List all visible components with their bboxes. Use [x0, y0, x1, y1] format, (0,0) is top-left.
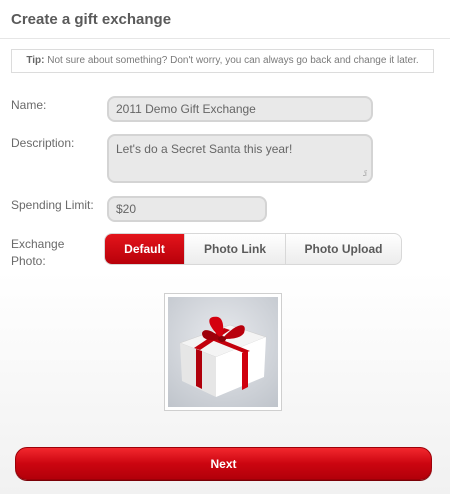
photo-option-photo-upload[interactable]: Photo Upload: [285, 234, 401, 264]
gift-box-image: [168, 297, 278, 407]
photo-option-photo-link[interactable]: Photo Link: [184, 234, 285, 264]
description-field[interactable]: Let's do a Secret Santa this year! .:ï: [107, 134, 373, 183]
header-divider: [0, 38, 450, 39]
spending-limit-field[interactable]: $20: [107, 196, 267, 222]
page-title: Create a gift exchange: [11, 11, 172, 28]
photo-option-default[interactable]: Default: [105, 234, 184, 264]
exchange-photo-label-line1: Exchange: [11, 237, 65, 251]
tip-box: Tip: Not sure about something? Don't wor…: [11, 49, 434, 73]
name-field[interactable]: 2011 Demo Gift Exchange: [107, 96, 373, 122]
name-label: Name:: [11, 98, 47, 112]
spending-limit-label: Spending Limit:: [11, 198, 94, 212]
name-field-value: 2011 Demo Gift Exchange: [116, 102, 256, 116]
description-field-value: Let's do a Secret Santa this year!: [116, 142, 293, 156]
gift-box-icon: [179, 316, 267, 397]
spending-limit-value: $20: [116, 202, 137, 216]
resize-handle-icon[interactable]: .:ï: [362, 169, 367, 178]
tip-text: Not sure about something? Don't worry, y…: [44, 55, 419, 66]
exchange-photo-preview: [164, 293, 282, 411]
create-gift-exchange-page: Create a gift exchange Tip: Not sure abo…: [0, 0, 450, 494]
exchange-photo-label-line2: Photo:: [11, 254, 46, 268]
exchange-photo-label: Exchange Photo:: [11, 236, 64, 270]
next-button[interactable]: Next: [15, 447, 432, 480]
tip-prefix: Tip:: [26, 55, 45, 66]
photo-option-selector: Default Photo Link Photo Upload: [104, 233, 402, 265]
description-label: Description:: [11, 136, 75, 150]
